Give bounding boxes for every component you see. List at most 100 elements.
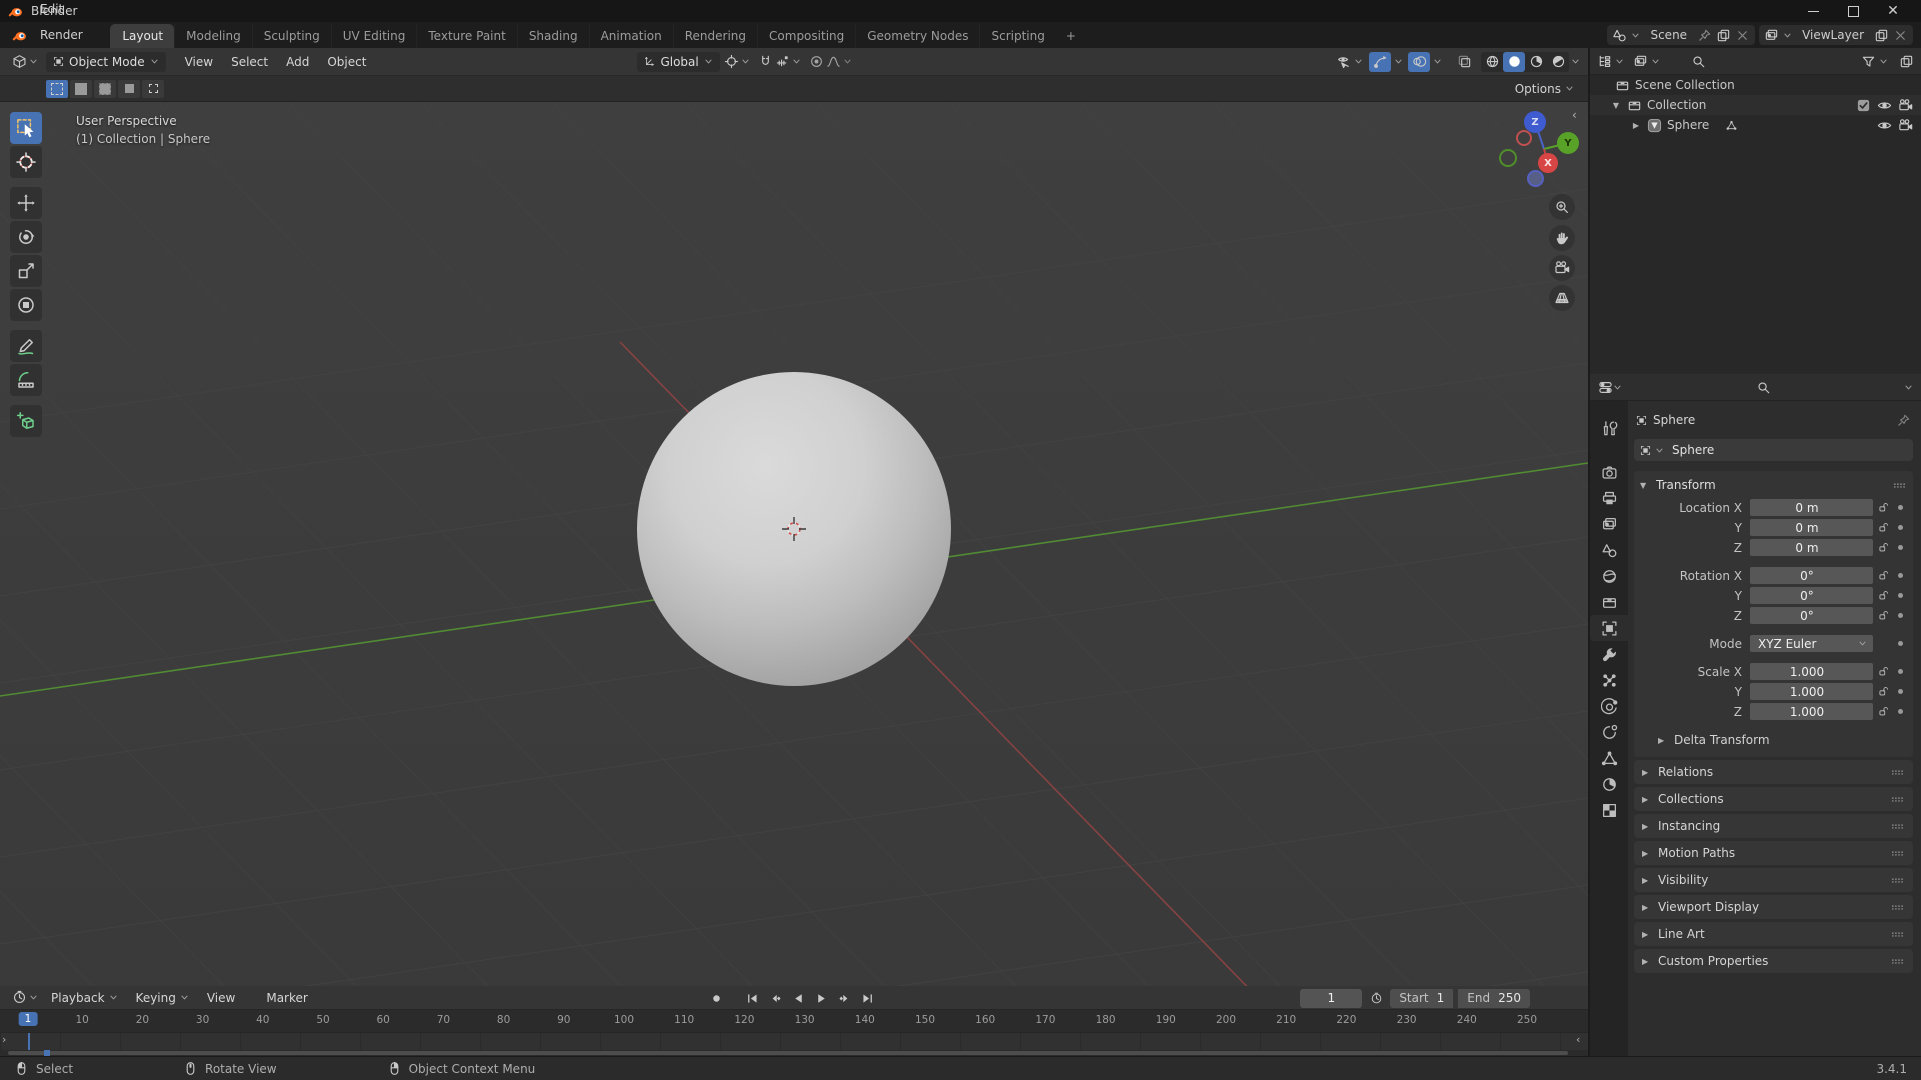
transform-value-field[interactable]: 0 m [1750, 539, 1873, 556]
visibility-button[interactable] [1333, 52, 1367, 71]
pan-view-button[interactable] [1549, 225, 1575, 251]
show-gizmo-toggle[interactable] [1369, 51, 1391, 72]
ruler-tick[interactable]: 10 [76, 1014, 89, 1026]
shading-rendered-button[interactable] [1547, 52, 1569, 72]
collapsed-panel[interactable]: ▶ Instancing [1634, 814, 1913, 838]
animate-decorator[interactable] [1893, 709, 1907, 714]
drag-handle-icon[interactable] [1892, 478, 1907, 493]
properties-tab[interactable] [1590, 693, 1628, 719]
new-scene-icon[interactable] [1716, 28, 1731, 43]
properties-tab[interactable] [1590, 667, 1628, 693]
transform-value-field[interactable]: 1.000 [1750, 703, 1873, 720]
properties-tab[interactable] [1590, 797, 1628, 823]
transform-panel-header[interactable]: ▼ Transform [1640, 473, 1907, 497]
drag-handle-icon[interactable] [1890, 846, 1905, 861]
ruler-tick[interactable]: 80 [497, 1014, 510, 1026]
topbar-menu[interactable]: Render [31, 22, 96, 48]
viewport-menu[interactable]: Object [318, 55, 375, 69]
hide-eye-icon[interactable] [1877, 98, 1892, 113]
drag-handle-icon[interactable] [1890, 927, 1905, 942]
properties-tab[interactable] [1590, 511, 1628, 537]
tool-button[interactable] [10, 112, 42, 144]
animate-decorator[interactable] [1893, 689, 1907, 694]
workspace-tab[interactable]: Layout [110, 24, 175, 48]
select-mode-intersect-button[interactable] [142, 79, 164, 98]
start-frame-field[interactable]: Start 1 [1390, 988, 1454, 1008]
pin-icon[interactable] [1896, 413, 1911, 428]
ruler-tick[interactable]: 130 [795, 1014, 815, 1026]
ruler-tick[interactable]: 120 [734, 1014, 754, 1026]
transform-value-field[interactable]: 0° [1750, 607, 1873, 624]
collapse-region-icon[interactable]: ‹ [1576, 1033, 1580, 1046]
chevron-down-icon[interactable] [1904, 383, 1913, 392]
properties-tab[interactable] [1590, 745, 1628, 771]
unlink-scene-icon[interactable] [1735, 28, 1750, 43]
current-frame-field[interactable]: 1 [1300, 988, 1363, 1008]
lock-open-icon[interactable] [1878, 590, 1889, 601]
ruler-tick[interactable]: 240 [1457, 1014, 1477, 1026]
properties-tab[interactable] [1590, 615, 1628, 641]
scene-selector[interactable]: Scene [1607, 25, 1756, 45]
tool-button[interactable] [10, 330, 42, 362]
display-mode-icon[interactable] [1633, 54, 1648, 69]
ruler-tick[interactable]: 190 [1156, 1014, 1176, 1026]
ruler-tick[interactable]: 100 [614, 1014, 634, 1026]
lock-open-icon[interactable] [1878, 666, 1889, 677]
transform-value-field[interactable]: 0° [1750, 567, 1873, 584]
timeline-scrollbar[interactable] [8, 1051, 1568, 1055]
expand-toggle[interactable]: ▼ [1610, 101, 1622, 110]
workspace-tab[interactable]: Compositing [757, 24, 855, 48]
blender-menu-icon[interactable] [12, 28, 27, 43]
outliner-editor-icon[interactable] [1597, 54, 1612, 69]
drag-handle-icon[interactable] [1890, 819, 1905, 834]
minimize-button[interactable] [1793, 0, 1833, 22]
lock-open-icon[interactable] [1878, 502, 1889, 513]
lock-open-icon[interactable] [1878, 610, 1889, 621]
lock-open-icon[interactable] [1878, 706, 1889, 717]
chevron-down-icon[interactable] [1433, 57, 1442, 66]
ruler-tick[interactable]: 90 [557, 1014, 570, 1026]
show-overlays-toggle[interactable] [1408, 51, 1430, 72]
workspace-tab[interactable]: Geometry Nodes [855, 24, 979, 48]
workspace-tab[interactable]: UV Editing [330, 24, 417, 48]
disable-render-icon[interactable] [1898, 98, 1913, 113]
exclude-checkbox[interactable] [1856, 98, 1871, 113]
tool-button[interactable] [10, 146, 42, 178]
timeline-menu[interactable]: Keying [127, 991, 198, 1005]
ruler-tick[interactable]: 70 [437, 1014, 450, 1026]
timeline-ruler[interactable]: 1 10 20 30 40 50 60 70 80 90 100 110 120 130 140 150 160… [0, 1010, 1588, 1033]
animate-decorator[interactable] [1893, 613, 1907, 618]
drag-handle-icon[interactable] [1890, 954, 1905, 969]
properties-tab[interactable] [1590, 589, 1628, 615]
auto-keyframe-button[interactable] [706, 988, 726, 1008]
ruler-tick[interactable]: 210 [1276, 1014, 1296, 1026]
ruler-tick[interactable]: 30 [196, 1014, 209, 1026]
collapsed-panel[interactable]: ▶ Viewport Display [1634, 895, 1913, 919]
object-name-field[interactable]: Sphere [1634, 439, 1913, 461]
viewport-menu[interactable]: Select [222, 55, 277, 69]
zoom-view-button[interactable] [1549, 194, 1575, 220]
search-icon[interactable] [1691, 54, 1706, 69]
maximize-button[interactable] [1833, 0, 1873, 22]
animate-decorator[interactable] [1893, 525, 1907, 530]
timeline-menu[interactable]: Marker [257, 991, 329, 1005]
properties-tab[interactable] [1590, 459, 1628, 485]
transform-value-field[interactable]: 0 m [1750, 499, 1873, 516]
select-mode-subtract-button[interactable] [94, 79, 116, 98]
timeline-menu[interactable]: View [198, 991, 257, 1005]
collapsed-panel[interactable]: ▶ Custom Properties [1634, 949, 1913, 973]
gizmo-neg-x-axis[interactable] [1516, 130, 1532, 146]
snap-button[interactable] [754, 52, 805, 71]
ruler-tick[interactable]: 250 [1517, 1014, 1537, 1026]
tool-button[interactable] [10, 405, 42, 437]
expand-region-icon[interactable]: › [2, 1033, 6, 1046]
transform-value-field[interactable]: 0° [1750, 587, 1873, 604]
select-mode-new-button[interactable] [46, 79, 68, 98]
outliner-row[interactable]: ▶ Sphere [1590, 115, 1921, 135]
previous-keyframe-button[interactable] [765, 988, 785, 1008]
close-button[interactable]: ✕ [1873, 0, 1913, 22]
timeline-editor-type-button[interactable] [8, 988, 42, 1007]
workspace-tab[interactable]: Rendering [672, 24, 757, 48]
lock-open-icon[interactable] [1878, 522, 1889, 533]
select-mode-extend-button[interactable] [70, 79, 92, 98]
